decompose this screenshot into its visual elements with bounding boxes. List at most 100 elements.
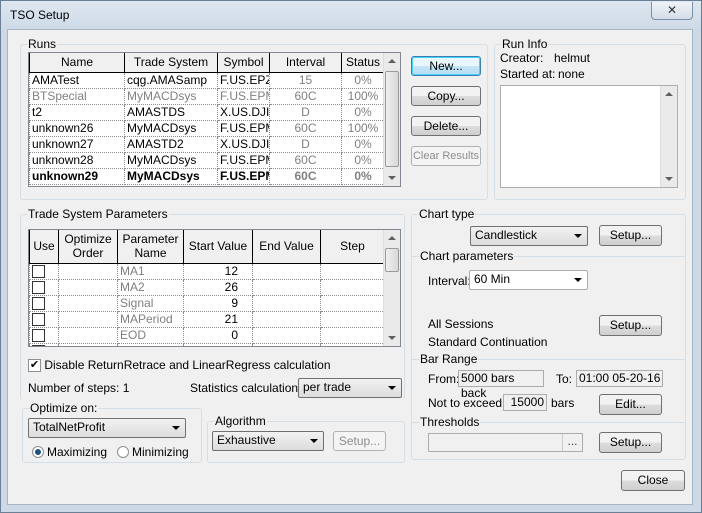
run-symbol-cell: F.US.EPM [217,119,270,137]
param-order-cell[interactable] [58,310,118,328]
use-checkbox[interactable] [32,265,45,278]
params-column-header[interactable]: Step [320,230,385,264]
runs-scrollbar[interactable] [383,53,400,186]
optimize-select[interactable]: TotalNetProfit [28,418,186,438]
algorithm-select[interactable]: Exhaustive [212,431,324,451]
edit-button[interactable]: Edit... [599,394,662,415]
chart-params-setup-button[interactable]: Setup... [599,315,662,336]
from-field[interactable]: 5000 bars back [458,370,544,400]
param-order-cell[interactable] [58,294,118,312]
thresholds-setup-button[interactable]: Setup... [599,432,662,453]
run-info-scrollbar[interactable] [660,86,677,187]
runs-column-header[interactable]: Symbol [217,53,270,73]
params-scrollbar[interactable] [383,230,400,346]
run-status-cell: 0% [341,135,385,153]
param-step-cell[interactable] [320,262,385,280]
run-row[interactable]: BTSpecialMyMACDsysF.US.EPM60C100% [29,87,385,105]
use-cell [29,342,59,346]
param-end-cell[interactable] [252,294,321,312]
use-checkbox[interactable] [32,329,45,342]
param-order-cell[interactable] [58,262,118,280]
runs-column-header[interactable]: Interval [269,53,342,73]
exceed-field[interactable]: 15000 [503,394,547,411]
run-row[interactable]: AMATest cqg.AMASamp F.US.EPZ 15 0% [29,71,385,89]
param-name-cell: Signal [117,294,184,312]
param-end-cell[interactable] [252,310,321,328]
run-row[interactable]: t2 AMASTDS X.US.DJI D 0% [29,103,385,121]
param-step-cell[interactable] [320,294,385,312]
param-end-cell[interactable] [252,278,321,296]
chart-type-select[interactable]: Candlestick [470,226,588,246]
params-column-header[interactable]: Use [29,230,59,264]
to-field[interactable]: 01:00 05-20-16 [576,370,663,387]
thresholds-browse-button[interactable]: ... [562,434,582,451]
scroll-up-icon[interactable] [388,236,396,240]
params-column-header[interactable]: End Value [252,230,321,264]
minimizing-label: Minimizing [132,445,189,459]
continuation-label: Standard Continuation [428,335,548,349]
to-label: To: [556,372,573,386]
use-checkbox[interactable] [32,313,45,326]
param-end-cell[interactable] [252,326,321,344]
maximizing-radio[interactable]: Maximizing [32,445,107,459]
optimize-label: Optimize on: [29,401,99,415]
minimizing-radio[interactable]: Minimizing [117,445,189,459]
scroll-thumb[interactable] [385,248,399,272]
interval-select[interactable]: 60 Min [469,270,588,290]
scroll-down-icon[interactable] [388,176,396,180]
started-label: Started at: [500,67,556,81]
params-column-header[interactable]: Start Value [183,230,253,264]
param-step-cell[interactable] [320,278,385,296]
disable-calc-checkbox[interactable]: ✔ Disable ReturnRetrace and LinearRegres… [28,358,331,373]
checkmark-icon[interactable]: ✔ [28,359,41,373]
scroll-up-icon[interactable] [388,59,396,63]
run-row[interactable]: unknown27 AMASTD2 X.US.DJI D 0% [29,135,385,153]
thresholds-field[interactable] [428,433,583,452]
run-row[interactable]: unknown28MyMACDsysF.US.EPM60C0% [29,151,385,169]
interval-label: Interval: [428,274,471,288]
new-button[interactable]: New... [411,56,481,76]
param-order-cell[interactable] [58,342,118,346]
stats-value: per trade [303,380,352,394]
run-row[interactable]: unknown29MyMACDsysF.US.EPM60C0% [29,167,385,185]
copy-button[interactable]: Copy... [411,86,481,106]
scroll-up-icon[interactable] [665,92,673,96]
params-column-header[interactable]: Parameter Name [117,230,184,264]
runs-column-header[interactable]: Trade System [124,53,218,73]
close-button[interactable]: Close [621,470,685,491]
use-checkbox[interactable] [32,297,45,310]
stats-select[interactable]: per trade [298,378,402,398]
run-info-textbox[interactable] [500,85,678,188]
radio-icon[interactable] [117,446,129,458]
param-start-cell[interactable]: 21 [183,310,253,328]
chevron-down-icon [574,278,582,282]
scroll-thumb[interactable] [385,71,399,167]
chart-type-setup-button[interactable]: Setup... [599,225,662,246]
param-end-cell[interactable] [252,262,321,280]
param-end-cell[interactable] [252,342,321,346]
algorithm-setup-button[interactable]: Setup... [333,431,386,451]
param-step-cell[interactable] [320,310,385,328]
param-order-cell[interactable] [58,326,118,344]
delete-button[interactable]: Delete... [411,116,481,136]
clear-results-button[interactable]: Clear Results [411,146,481,166]
param-start-cell[interactable]: 0 [183,326,253,344]
scroll-down-icon[interactable] [665,177,673,181]
scroll-down-icon[interactable] [388,336,396,340]
param-name-cell: MA1 [117,262,184,280]
window-close-button[interactable]: ✕ [651,2,693,20]
radio-selected-icon[interactable] [32,446,44,458]
use-checkbox[interactable] [32,281,45,294]
param-start-cell[interactable]: 12 [183,262,253,280]
param-step-cell[interactable] [320,342,385,346]
param-start-cell[interactable]: 9 [183,294,253,312]
runs-column-header[interactable]: Name [29,53,125,73]
run-row[interactable]: unknown26MyMACDsysF.US.EPM60C100% [29,119,385,137]
runs-column-header[interactable]: Status [341,53,385,73]
param-start-cell[interactable]: 26 [183,278,253,296]
use-checkbox[interactable] [32,345,45,346]
param-step-cell[interactable] [320,326,385,344]
params-column-header[interactable]: Optimize Order [58,230,118,264]
param-order-cell[interactable] [58,278,118,296]
param-start-cell[interactable]: 2000 [183,342,253,346]
